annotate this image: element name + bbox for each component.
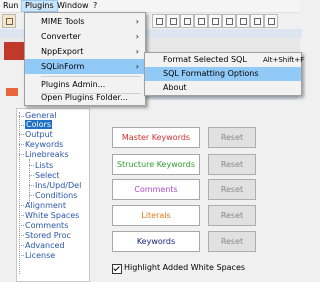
nav-item-linebreaks[interactable]: Linebreaks [25,150,69,159]
nav-item-lists[interactable]: Lists [35,161,53,170]
toolbar-button-icon[interactable] [180,14,194,28]
menu-item-label: SQLinForm [41,62,85,71]
nav-item-comments[interactable]: Comments [25,221,68,230]
tree-connector [19,205,24,206]
tree-connector [29,165,34,166]
options-nav-tree: General Colors Output Keywords Linebreak… [16,108,90,282]
nav-item-output[interactable]: Output [25,130,53,139]
menu-item-label: Open Plugins Folder... [41,93,128,102]
tree-connector [19,255,24,256]
master-keywords-color-button[interactable]: Master Keywords [112,127,200,148]
toolbar-button-icon[interactable] [222,14,236,28]
submenu-arrow-icon: › [135,47,139,56]
tree-connector [29,175,34,176]
menu-item-label: Plugins Admin... [41,80,106,89]
nav-item-ins-upd-del[interactable]: Ins/Upd/Del [35,181,81,190]
nav-item-select[interactable]: Select [35,171,60,180]
menu-item-label: Converter [41,32,81,41]
menu-item-shortcut: Alt+Shift+F [263,56,305,64]
toolbar-button-icon[interactable] [236,14,250,28]
menu-item-label: Format Selected SQL [163,55,247,64]
menu-plugins[interactable]: Plugins [21,0,58,12]
highlight-whitespace-label: Highlight Added White Spaces [124,263,246,272]
menu-item-converter[interactable]: Converter › [25,29,145,44]
nav-item-keywords[interactable]: Keywords [25,140,63,149]
tree-connector [19,154,24,155]
menu-item-open-plugins-folder[interactable]: Open Plugins Folder... [25,92,145,104]
nav-item-general[interactable]: General [25,111,57,120]
menu-item-mime-tools[interactable]: MIME Tools › [25,14,145,29]
tree-connector [19,116,24,117]
menu-item-about[interactable]: About [145,81,301,95]
nav-item-colors[interactable]: Colors [25,120,53,129]
menu-item-label: About [163,83,187,92]
submenu-arrow-icon: › [135,17,139,26]
tree-connector [19,235,24,236]
nav-item-advanced[interactable]: Advanced [25,241,65,250]
tree-connector [19,215,24,216]
toolbar-button-icon[interactable] [152,14,166,28]
menu-item-sql-formatting-options[interactable]: SQL Formatting Options [145,67,301,81]
tree-line [19,112,20,274]
app-logo-icon [4,42,26,60]
comments-reset-button[interactable]: Reset [208,179,256,200]
menu-run[interactable]: Run [0,0,21,12]
highlight-whitespace-checkbox[interactable] [112,264,122,274]
menu-help[interactable]: ? [90,0,100,12]
structure-keywords-color-button[interactable]: Structure Keywords [112,154,200,175]
menu-window[interactable]: Window [54,0,92,12]
menu-item-label: NppExport [41,47,84,56]
tree-connector [19,225,24,226]
menu-item-label: MIME Tools [41,17,85,26]
tree-connector [29,185,34,186]
submenu-arrow-icon: › [135,62,139,71]
keywords-reset-button[interactable]: Reset [208,231,256,252]
nav-item-white-spaces[interactable]: White Spaces [25,211,79,220]
menu-item-label: SQL Formatting Options [163,69,259,78]
tab-marker-icon [6,88,18,96]
tree-connector [19,144,24,145]
nav-item-stored-proc[interactable]: Stored Proc [25,231,71,240]
sqlinform-submenu: Format Selected SQL Alt+Shift+F SQL Form… [144,52,305,96]
comments-color-button[interactable]: Comments [112,179,200,200]
toolbar-button-icon[interactable] [194,14,208,28]
toolbar-button-icon[interactable] [264,14,278,28]
toolbar-button-icon[interactable] [208,14,222,28]
menu-item-sqlinform[interactable]: SQLinForm › [25,59,145,74]
literals-color-button[interactable]: Literals [112,205,200,226]
tree-connector [19,134,24,135]
menu-item-nppexport[interactable]: NppExport › [25,44,145,59]
menu-item-format-selected-sql[interactable]: Format Selected SQL Alt+Shift+F [145,53,305,67]
submenu-arrow-icon: › [135,32,139,41]
structure-keywords-reset-button[interactable]: Reset [208,154,256,175]
tree-connector [19,245,24,246]
tree-connector [29,195,34,196]
nav-item-license[interactable]: License [25,251,55,260]
tree-connector [19,125,24,126]
toolbar-button-icon[interactable] [166,14,180,28]
plugins-menu: MIME Tools › Converter › NppExport › SQL… [24,12,146,106]
master-keywords-reset-button[interactable]: Reset [208,127,256,148]
file-icon[interactable] [2,14,16,28]
literals-reset-button[interactable]: Reset [208,205,256,226]
keywords-color-button[interactable]: Keywords [112,231,200,252]
menu-item-plugins-admin[interactable]: Plugins Admin... [25,77,145,92]
nav-item-conditions[interactable]: Conditions [35,191,77,200]
toolbar-button-icon[interactable] [250,14,264,28]
nav-item-alignment[interactable]: Alignment [25,201,66,210]
